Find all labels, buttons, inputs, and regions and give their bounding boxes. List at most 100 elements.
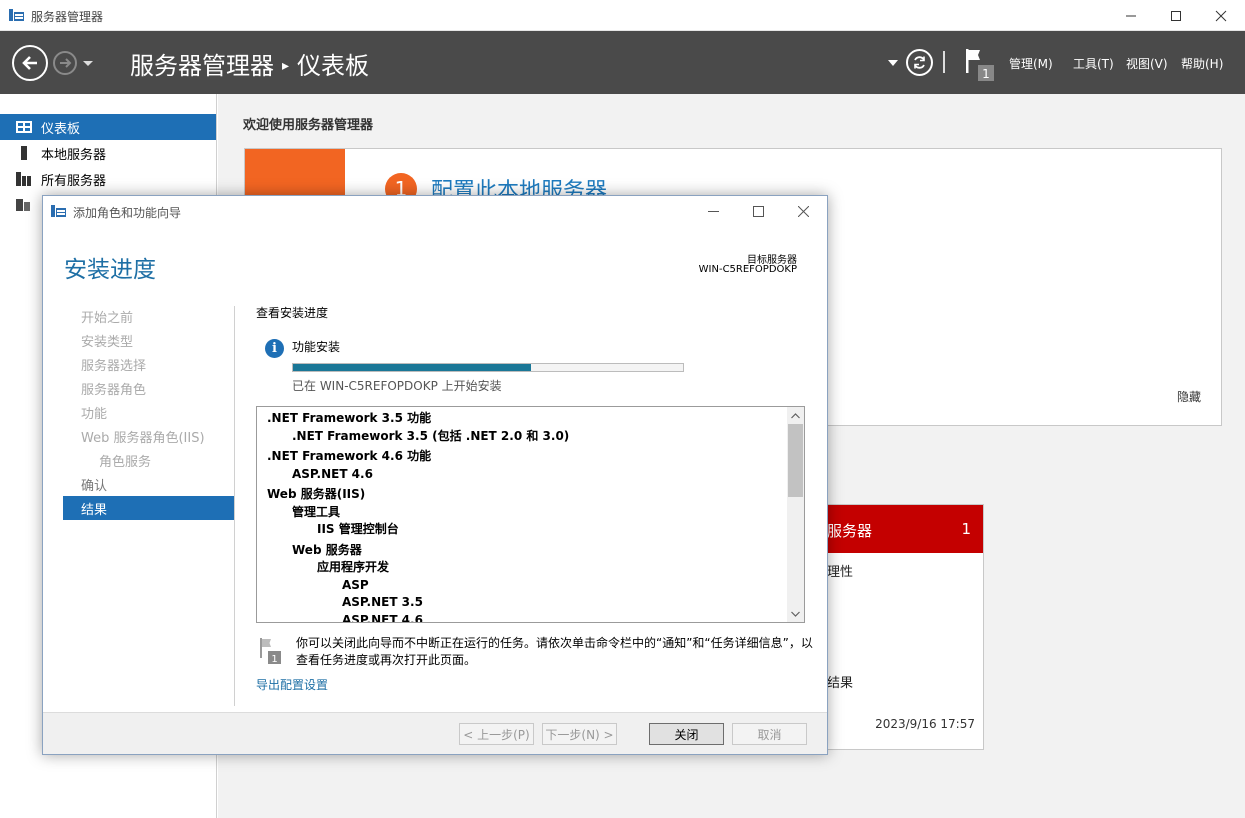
step-server-selection: 服务器选择 xyxy=(81,358,147,374)
sidebar-item-local-server[interactable]: 本地服务器 xyxy=(0,140,216,166)
tile-timestamp: 2023/9/16 17:57 xyxy=(875,717,975,731)
export-configuration-link[interactable]: 导出配置设置 xyxy=(256,676,328,693)
scroll-down-button[interactable] xyxy=(787,605,804,622)
install-list-item: ASP xyxy=(342,577,369,592)
dashboard-icon xyxy=(16,121,32,133)
step-web-server-role: Web 服务器角色(IIS) xyxy=(81,430,205,446)
maximize-button[interactable] xyxy=(1153,0,1199,31)
step-features: 功能 xyxy=(81,406,108,422)
welcome-heading: 欢迎使用服务器管理器 xyxy=(243,118,374,133)
notification-count: 1 xyxy=(982,67,990,81)
wizard-maximize-button[interactable] xyxy=(736,196,780,226)
arrow-right-icon xyxy=(60,58,72,68)
maximize-icon xyxy=(752,205,764,217)
add-roles-wizard-dialog: 添加角色和功能向导 安装进度 目标服务器 WIN-C5REFOPDOKP 开始之… xyxy=(42,195,828,755)
notifications-flag-icon[interactable]: 1 xyxy=(964,47,998,81)
target-server-value: WIN-C5REFOPDOKP xyxy=(698,264,797,275)
install-list-item: IIS 管理控制台 xyxy=(317,522,399,536)
notification-flag-icon: 1 xyxy=(260,638,281,665)
breadcrumb-root[interactable]: 服务器管理器 xyxy=(130,52,274,80)
breadcrumb-current: 仪表板 xyxy=(297,52,370,80)
feature-installation-label: 功能安装 xyxy=(292,340,341,354)
steps-divider xyxy=(234,306,235,706)
wizard-titlebar: 添加角色和功能向导 xyxy=(43,196,827,226)
chevron-up-icon xyxy=(791,412,800,418)
tile-results-item[interactable]: 结果 xyxy=(827,672,853,691)
history-dropdown-icon[interactable] xyxy=(82,57,94,69)
progress-status-text: 已在 WIN-C5REFOPDOKP 上开始安装 xyxy=(292,379,502,393)
breadcrumb-separator: ▸ xyxy=(282,58,290,74)
forward-button[interactable] xyxy=(53,51,77,75)
step-server-roles: 服务器角色 xyxy=(81,382,147,398)
install-list-item: Web 服务器(IIS) xyxy=(267,487,366,501)
wizard-title: 添加角色和功能向导 xyxy=(73,206,182,220)
install-list-item: ASP.NET 4.6 xyxy=(292,466,373,481)
maximize-icon xyxy=(1171,10,1181,21)
install-list-item: 应用程序开发 xyxy=(317,560,390,574)
command-bar: 服务器管理器 ▸ 仪表板 1 管理(M) 工具(T) 视图(V) 帮助(H) xyxy=(0,31,1245,94)
sidebar-item-label: 本地服务器 xyxy=(41,147,107,163)
wizard-close-window-button[interactable] xyxy=(781,196,825,226)
sidebar-item-all-servers[interactable]: 所有服务器 xyxy=(0,166,216,192)
menu-view[interactable]: 视图(V) xyxy=(1126,55,1168,72)
chevron-down-icon[interactable] xyxy=(888,59,898,67)
installation-items: .NET Framework 3.5 功能 .NET Framework 3.5 … xyxy=(267,410,570,623)
hide-link[interactable]: 隐藏 xyxy=(1177,388,1201,405)
next-button[interactable]: 下一步(N) > xyxy=(542,723,617,745)
window-titlebar: 服务器管理器 xyxy=(0,0,1245,31)
sidebar-item-dashboard[interactable]: 仪表板 xyxy=(0,114,216,140)
scroll-thumb[interactable] xyxy=(788,424,803,497)
step-role-services: 角色服务 xyxy=(99,454,152,470)
menu-manage[interactable]: 管理(M) xyxy=(1009,55,1053,72)
breadcrumb: 服务器管理器 ▸ 仪表板 xyxy=(130,46,369,81)
close-window-button[interactable] xyxy=(1198,0,1244,31)
step-results[interactable]: 结果 xyxy=(63,496,235,520)
wizard-footer: < 上一步(P) 下一步(N) > 关闭 取消 xyxy=(43,712,827,754)
refresh-icon xyxy=(914,56,925,69)
toolbar-divider xyxy=(943,51,945,73)
refresh-button[interactable] xyxy=(906,49,933,76)
back-button[interactable] xyxy=(12,45,48,81)
install-list-item: ASP.NET 4.6 xyxy=(342,612,423,623)
step-confirmation[interactable]: 确认 xyxy=(63,472,235,496)
install-list-item: .NET Framework 3.5 (包括 .NET 2.0 和 3.0) xyxy=(292,428,570,443)
server-tile-count: 1 xyxy=(961,520,971,538)
step-before-you-begin: 开始之前 xyxy=(81,310,134,326)
wizard-minimize-button[interactable] xyxy=(691,196,735,226)
progress-fill xyxy=(293,364,531,371)
step-installation-type: 安装类型 xyxy=(81,334,134,350)
installation-items-list[interactable]: .NET Framework 3.5 功能 .NET Framework 3.5 … xyxy=(256,406,805,623)
close-button[interactable]: 关闭 xyxy=(649,723,724,745)
wizard-page-title: 安装进度 xyxy=(64,257,156,283)
previous-button[interactable]: < 上一步(P) xyxy=(459,723,534,745)
menu-help[interactable]: 帮助(H) xyxy=(1181,55,1223,72)
scroll-up-button[interactable] xyxy=(787,407,804,424)
tile-manageability-item[interactable]: 理性 xyxy=(827,561,853,580)
close-icon xyxy=(797,205,809,217)
cancel-button[interactable]: 取消 xyxy=(732,723,807,745)
chevron-down-icon xyxy=(791,611,800,617)
install-list-item: .NET Framework 4.6 功能 xyxy=(267,449,432,463)
server-icon xyxy=(21,146,27,160)
server-manager-app-icon xyxy=(9,9,24,21)
installation-progress-bar xyxy=(292,363,684,372)
install-list-item: ASP.NET 3.5 xyxy=(342,595,423,609)
minimize-icon xyxy=(1126,15,1136,16)
install-list-item: 管理工具 xyxy=(292,504,341,519)
info-icon: i xyxy=(265,339,284,358)
minimize-button[interactable] xyxy=(1108,0,1154,31)
content-heading: 查看安装进度 xyxy=(256,306,329,320)
install-list-item: .NET Framework 3.5 功能 xyxy=(267,411,432,425)
server-tile-title: 服务器 xyxy=(827,522,873,540)
install-list-item: Web 服务器 xyxy=(292,542,362,557)
arrow-left-icon xyxy=(22,56,37,70)
window-title: 服务器管理器 xyxy=(31,10,104,24)
wizard-steps-nav: 开始之前 安装类型 服务器选择 服务器角色 功能 Web 服务器角色(IIS) … xyxy=(63,304,235,520)
servers-icon xyxy=(16,172,31,186)
menu-tools[interactable]: 工具(T) xyxy=(1073,55,1114,72)
close-icon xyxy=(1215,10,1227,21)
server-tile-header[interactable]: 服务器 1 xyxy=(801,505,983,553)
sidebar-item-label: 所有服务器 xyxy=(41,173,107,189)
minimize-icon xyxy=(707,210,719,212)
list-scrollbar[interactable] xyxy=(787,407,804,622)
